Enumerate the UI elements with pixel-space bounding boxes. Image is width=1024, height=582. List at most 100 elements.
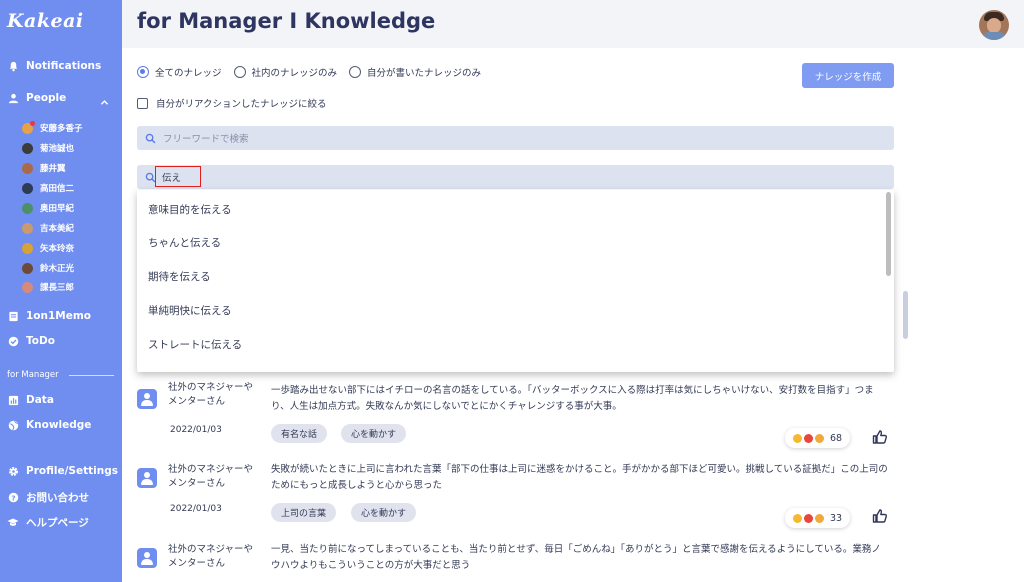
smile-emoji-icon [815,433,824,443]
radio-indicator[interactable] [349,66,362,78]
sidebar-item-label: People [26,92,67,104]
person-name: 菊池誠也 [40,144,75,154]
svg-text:?: ? [11,493,15,502]
sidebar-item-label: Profile/Settings [26,465,118,477]
sidebar-item-label: Notifications [26,60,102,72]
checkbox-indicator[interactable] [137,97,148,109]
knowledge-date: 2022/01/03 [170,425,222,435]
sidebar-item-label: 1on1Memo [26,310,92,322]
person-name: 高田信二 [40,184,75,194]
gear-icon [7,465,19,477]
suggestion-item[interactable]: ちゃんと伝える [148,235,221,250]
thumbs-up-icon[interactable] [872,429,888,445]
graduation-cap-icon [7,517,19,529]
smile-emoji-icon [815,513,824,523]
people-list-item[interactable]: 課長三郎 [22,281,74,293]
tag-chip[interactable]: 心を動かす [341,424,407,443]
knowledge-text: 失敗が続いたときに上司に言われた言葉「部下の仕事は上司に迷惑をかけること。手がか… [271,464,888,491]
radio-internal-knowledge[interactable]: 社内のナレッジのみ [233,65,337,79]
person-name: 吉本美紀 [40,224,75,234]
person-name: 藤井翼 [40,164,66,174]
dropdown-scrollbar[interactable] [886,192,891,276]
section-label-for-manager: for Manager [7,370,114,380]
knowledge-text: 一歩踏み出せない部下にはイチローの名言の話をしている。「バッターボックスに入る際… [271,385,874,412]
avatar [22,142,33,154]
reaction-count: 68 [830,432,843,444]
sidebar-item-todo[interactable]: ToDo [7,335,55,347]
chevron-up-icon[interactable] [100,92,109,111]
thumbs-up-emoji-icon [793,433,802,443]
suggestion-item[interactable]: 期待を伝える [148,269,211,284]
avatar [22,281,33,293]
create-knowledge-button[interactable]: ナレッジを作成 [802,63,894,88]
reaction-summary[interactable]: 33 [785,508,851,528]
people-list-item[interactable]: 矢本玲奈 [22,242,74,254]
avatar [22,202,33,214]
sidebar-item-people[interactable]: People [7,92,66,104]
suggestion-item[interactable]: 単純明快に伝える [148,303,232,318]
globe-icon [7,419,19,431]
reaction-count: 33 [830,512,843,524]
person-name: 矢本玲奈 [40,244,75,254]
sidebar-item-knowledge[interactable]: Knowledge [7,419,91,431]
sidebar-item-1on1memo[interactable]: 1on1Memo [7,310,91,322]
people-list-item[interactable]: 菊池誠也 [22,142,74,154]
sidebar-item-help[interactable]: ヘルプページ [7,515,89,530]
thumbs-up-icon[interactable] [872,508,888,524]
sidebar-item-label: ToDo [26,335,55,347]
people-list-item[interactable]: 鈴木正光 [22,262,74,274]
people-list-item[interactable]: 奥田早紀 [22,202,74,214]
knowledge-text: 一見、当たり前になってしまっていることも、当たり前とせず、毎日「ごめんね」「あり… [271,544,881,571]
bell-icon [7,60,19,72]
bar-chart-icon [7,394,19,406]
tag-suggestion-dropdown: 意味目的を伝える ちゃんと伝える 期待を伝える 単純明快に伝える ストレートに伝… [137,190,894,372]
page-scrollbar[interactable] [903,291,908,339]
avatar [22,242,33,254]
avatar [22,182,33,194]
author-avatar-icon [137,389,157,409]
knowledge-author: 社外のマネジャーやメンターさん [168,464,254,489]
app-logo[interactable]: Kakeai [7,10,84,32]
search-icon [145,133,156,143]
suggestion-item[interactable]: ストレートに伝える [148,337,242,352]
avatar [22,222,33,234]
radio-selected-indicator[interactable] [137,66,149,78]
sidebar-item-contact[interactable]: ? お問い合わせ [7,490,89,505]
people-list-item[interactable]: 藤井翼 [22,162,66,174]
tag-search-field[interactable] [137,165,894,189]
sidebar-item-data[interactable]: Data [7,394,54,406]
sidebar: Kakeai Notifications People 安藤多香子 菊池誠也 藤… [0,0,122,582]
sidebar-item-label: Knowledge [26,419,92,431]
radio-my-knowledge[interactable]: 自分が書いたナレッジのみ [349,65,481,79]
reacted-only-checkbox[interactable]: 自分がリアクションしたナレッジに絞る [137,96,327,110]
people-list-item[interactable]: 安藤多香子 [22,120,83,134]
heart-eyes-emoji-icon [804,433,813,443]
reaction-summary[interactable]: 68 [785,428,851,448]
radio-all-knowledge[interactable]: 全てのナレッジ [137,65,222,79]
radio-indicator[interactable] [233,66,246,78]
person-icon [7,92,19,104]
suggestion-item[interactable]: 意味目的を伝える [148,202,232,217]
tag-chip[interactable]: 有名な話 [271,424,328,443]
author-avatar-icon [137,548,157,568]
person-name: 安藤多香子 [40,124,83,134]
memo-icon [7,310,19,322]
tag-chip[interactable]: 心を動かす [351,503,417,522]
people-list-item[interactable]: 高田信二 [22,182,74,194]
knowledge-date: 2022/01/03 [170,504,222,514]
person-name: 鈴木正光 [40,264,75,274]
keyword-search-input[interactable]: フリーワードで検索 [137,126,894,150]
divider [68,374,114,376]
help-circle-icon: ? [7,492,19,504]
sidebar-item-notifications[interactable]: Notifications [7,60,101,72]
tag-chip[interactable]: 上司の言葉 [271,503,337,522]
sidebar-item-profile-settings[interactable]: Profile/Settings [7,465,118,477]
knowledge-author: 社外のマネジャーやメンターさん [168,544,254,569]
tag-search-input[interactable]: 伝え [155,166,201,187]
user-avatar[interactable] [979,10,1009,40]
thumbs-up-emoji-icon [793,513,802,523]
people-list-item[interactable]: 吉本美紀 [22,222,74,234]
avatar [22,120,35,134]
sidebar-item-label: お問い合わせ [26,492,89,504]
author-avatar-icon [137,468,157,488]
